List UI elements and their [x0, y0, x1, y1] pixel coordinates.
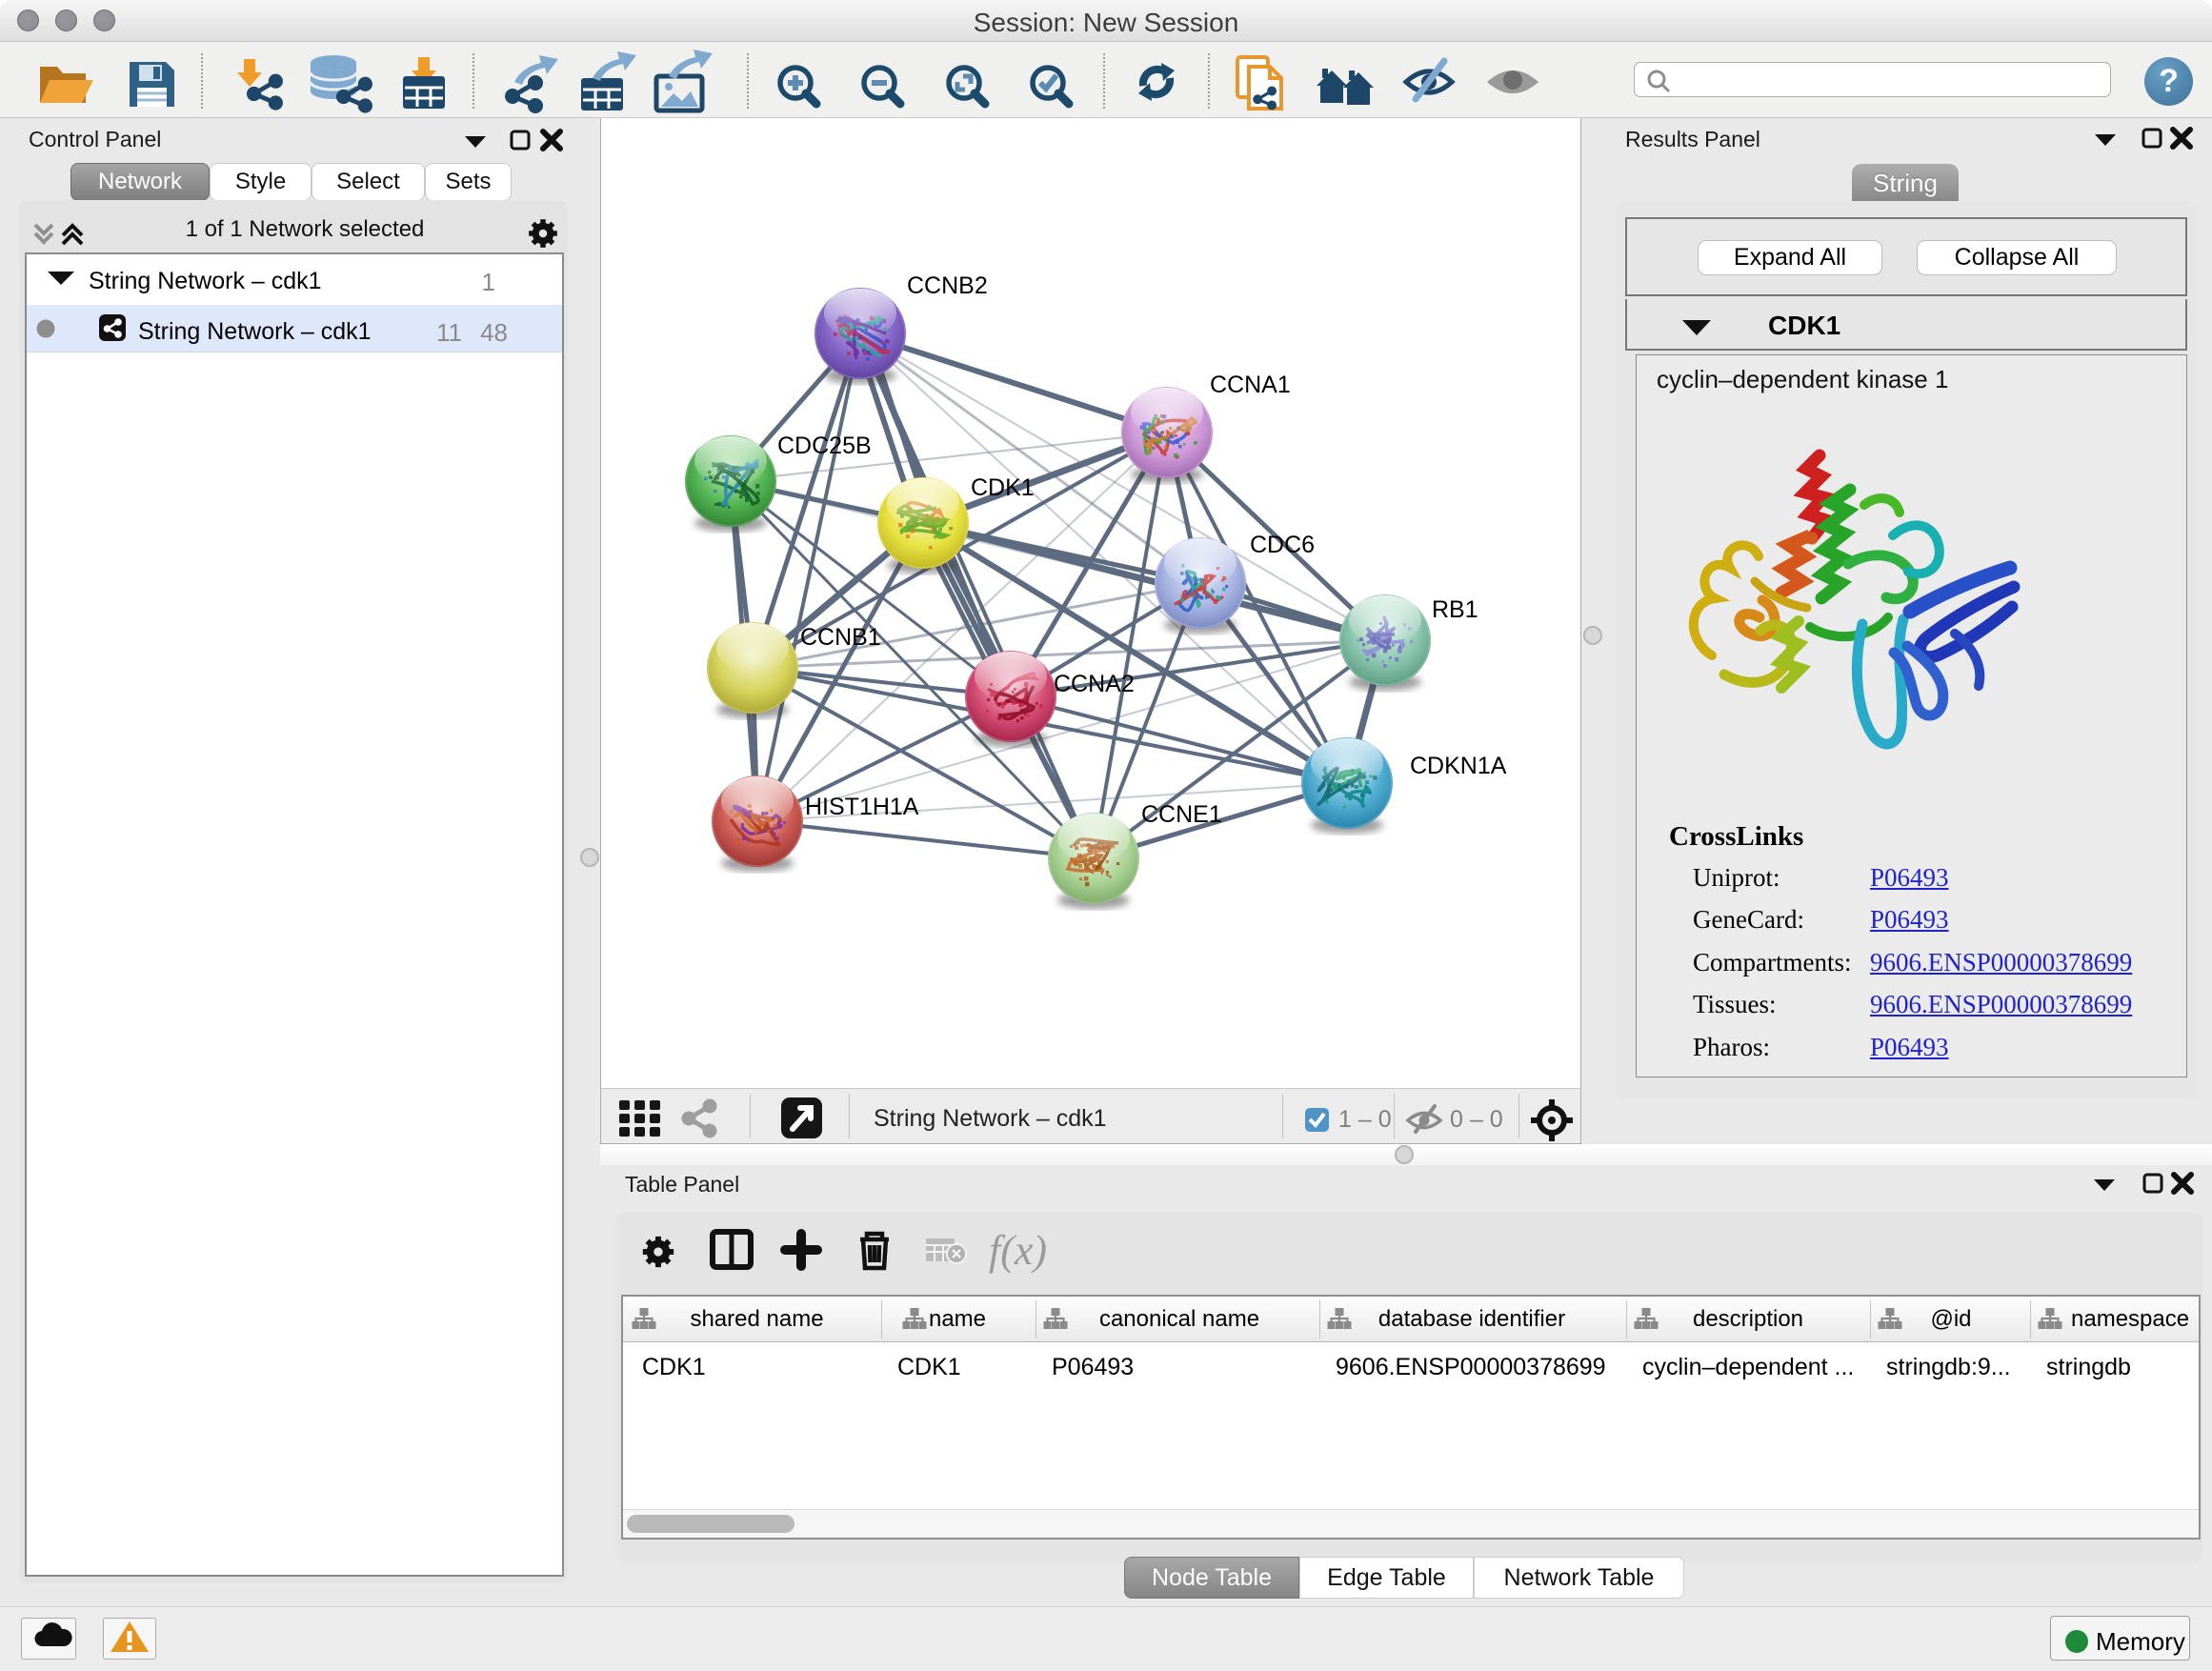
svg-text:f(x): f(x)	[989, 1227, 1047, 1274]
